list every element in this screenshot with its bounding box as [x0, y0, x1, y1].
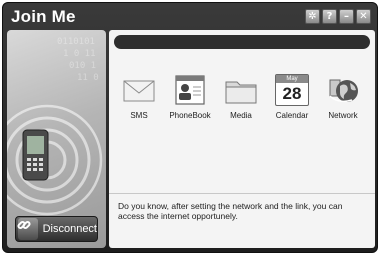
connection-status-bar	[114, 35, 370, 49]
divider	[109, 193, 375, 194]
globe-icon	[329, 79, 358, 103]
settings-icon[interactable]: ✲	[305, 9, 320, 24]
join-me-window: Join Me ✲ ? – ✕ 0110101 1 0 11 010 1 11 …	[2, 2, 378, 253]
svg-text:11 0: 11 0	[77, 73, 99, 83]
folder-icon	[225, 81, 257, 104]
app-label-network: Network	[328, 111, 358, 120]
disconnect-button[interactable]: Disconnect	[15, 216, 98, 242]
calendar-day: 28	[282, 84, 302, 103]
title-controls: ✲ ? – ✕	[305, 9, 371, 24]
contact-card-icon	[175, 75, 205, 105]
sidebar-panel: 0110101 1 0 11 010 1 11 0 Disconnect	[7, 30, 106, 248]
close-icon[interactable]: ✕	[356, 9, 371, 24]
svg-text:0110101: 0110101	[57, 37, 95, 47]
mobile-phone-icon	[22, 129, 49, 181]
calendar-icon: May 28	[275, 74, 309, 106]
svg-text:1 0 11: 1 0 11	[63, 49, 96, 59]
main-panel: SMS PhoneBook Media May 28 Calendar Netw…	[109, 30, 375, 248]
disconnect-label: Disconnect	[42, 223, 97, 235]
window-title: Join Me	[11, 7, 76, 26]
svg-text:010 1: 010 1	[69, 61, 96, 71]
calendar-month: May	[276, 75, 308, 83]
envelope-icon	[123, 80, 155, 102]
link-chain-icon	[17, 218, 38, 240]
app-network[interactable]: Network	[318, 74, 368, 124]
tip-text: Do you know, after setting the network a…	[118, 201, 343, 221]
help-icon[interactable]: ?	[322, 9, 337, 24]
minimize-icon[interactable]: –	[339, 9, 354, 24]
app-launcher: SMS PhoneBook Media May 28 Calendar Netw…	[109, 74, 375, 124]
